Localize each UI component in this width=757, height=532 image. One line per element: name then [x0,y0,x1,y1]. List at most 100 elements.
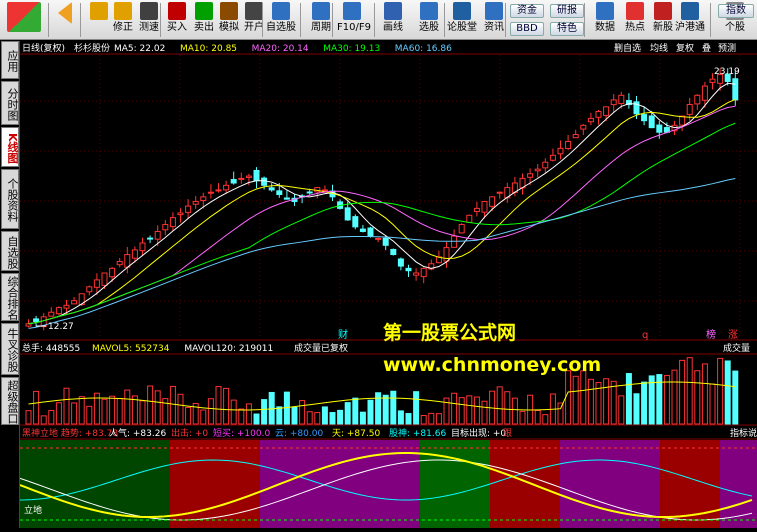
volume-bar [177,393,184,425]
sell-icon [195,2,213,20]
period-icon [312,2,330,20]
indicator-stat-8: 跟 [503,428,512,439]
volume-button[interactable]: 成交量 [723,342,750,354]
buy-icon [168,2,186,20]
toolbar-button-label: 论股堂 [447,22,477,33]
rise-marker: 涨 [728,329,738,341]
toolbar-small-button-1[interactable]: 研报 [550,4,584,18]
toolbar-button-11[interactable]: F10/F9 [337,2,371,38]
sidebar-tab-6[interactable]: 牛叉诊股 [1,323,19,375]
sidebar-tab-1[interactable]: 分时图 [1,81,19,125]
candle-body [405,267,412,272]
indicator-button[interactable]: 指标说 [730,427,757,439]
toolbar-button-12[interactable]: 画线 [378,2,408,38]
volume-bar [610,380,617,425]
toolbar-button-0[interactable] [4,2,44,38]
candle-body [207,191,214,194]
sidebar-tab-0[interactable]: 应用 [1,41,19,79]
volume-bar [55,402,62,425]
toolbar-separator [444,3,445,37]
indicator-stat-3: 短买: +100.0 [213,427,270,439]
volume-bar [63,387,70,425]
candle-body [549,154,556,161]
toolbar-button-5[interactable]: 买入 [162,2,192,38]
volume-bar [154,390,161,425]
candle-body [679,115,686,126]
volume-bar [420,414,427,425]
sidebar-tab-5[interactable]: 综合排名 [1,273,19,321]
toolbar-small-button-3[interactable]: 特色 [550,22,584,36]
chart-option-4[interactable]: 预测 [718,43,736,54]
toolbar-button-18[interactable]: 新股 [648,2,678,38]
main-toolbar: 修正 测速 买入 卖出 模拟 开户 自选股 周期 F10/F9 画线 选股 论股堂 资讯 数据 热点 新股 沪港… [0,0,757,40]
candle-body [154,230,161,240]
sidebar-tab-7[interactable]: 超级盘口 [1,377,19,425]
volume-bar [557,402,564,425]
ma-label-4: MA60: 16.86 [395,44,452,54]
kline-mode-label: 日线(复权) [22,42,65,54]
candle-body [557,147,564,155]
candle-body [572,134,579,139]
toolbar-button-label: 买入 [167,22,187,33]
candle-body [473,207,480,213]
volume-bar [732,370,739,425]
candle-body [261,177,268,186]
sidebar-tab-2[interactable]: K线图 [1,127,19,167]
toolbar-separator [48,3,49,37]
volume-bar [48,409,55,425]
volume-bar [185,406,192,425]
volume-bar [580,370,587,425]
indicator-stat-0: 黑神立地 趋势: +83.78 [22,427,118,439]
chart-option-2[interactable]: 复权 [676,42,694,54]
volume-bar [109,395,116,425]
volume-bar [397,410,404,425]
kline-chart-svg[interactable]: 日线(复权) 杉杉股份 MA5: 22.02 MA10: 20.85 MA20: 20.… [19,41,757,528]
volume-bar [291,407,298,425]
toolbar-small-button-4[interactable]: 指数 [718,4,754,18]
toolbar-button-8[interactable]: 开户 [239,2,269,38]
toolbar-button-9[interactable]: 自选股 [266,2,296,38]
candle-body [253,169,260,182]
volume-bar [618,395,625,425]
candle-body [238,177,245,180]
candle-body [230,179,237,184]
sidebar-tab-4[interactable]: 自选股 [1,231,19,271]
volume-stat-1: MAVOL5: 552734 [92,344,170,354]
volume-bar [299,400,306,425]
volume-bar [686,357,693,425]
sidebar-tab-3[interactable]: 个股资料 [1,169,19,229]
toolbar-button-13[interactable]: 选股 [414,2,444,38]
candle-body [131,249,138,259]
forum-icon [453,2,471,20]
toolbar-button-19[interactable]: 沪港通 [675,2,705,38]
select-stock-icon [420,2,438,20]
toolbar-small-button-2[interactable]: BBD [510,22,544,36]
toolbar-button-14[interactable]: 论股堂 [447,2,477,38]
chart-option-3[interactable]: 叠 [702,43,711,54]
toolbar-small-button-0[interactable]: 资金 [510,4,544,18]
news-icon [485,2,503,20]
hot-icon [626,2,644,20]
candle-body [656,124,663,133]
stock-name-label: 杉杉股份 [74,42,110,54]
toolbar-button-1[interactable] [52,2,78,38]
volume-bar [511,397,518,425]
candle-body [139,242,146,252]
volume-bar [709,383,716,425]
candle-body [603,106,610,116]
volume-bar [116,398,123,425]
candle-body [63,304,70,309]
toolbar-separator [332,3,333,37]
chart-option-1[interactable]: 均线 [650,42,668,54]
toolbar-separator [710,3,711,37]
toolbar-button-17[interactable]: 热点 [620,2,650,38]
candle-body [147,237,154,240]
toolbar-button-label: 自选股 [266,22,296,33]
chart-option-0[interactable]: 删自选 [614,42,641,54]
candle-body [709,78,716,83]
toolbar-button-label: F10/F9 [337,22,371,33]
candle-body [124,254,131,268]
toolbar-button-16[interactable]: 数据 [590,2,620,38]
volume-bar [375,392,382,425]
candle-body [93,279,100,288]
